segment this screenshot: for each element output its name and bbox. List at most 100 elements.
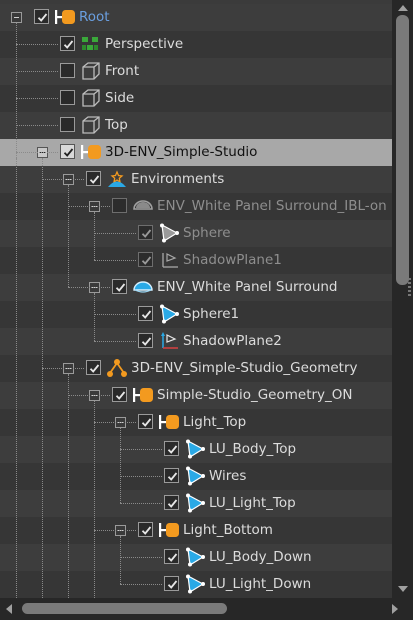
visibility-checkbox[interactable] [138,306,153,321]
tree-connector [16,158,17,598]
tree-connector [120,536,121,584]
tree-row[interactable]: Sphere1 [0,301,392,328]
vertical-scrollbar[interactable] [392,0,413,598]
scroll-left-arrow-icon[interactable] [6,604,12,614]
visibility-checkbox[interactable] [86,360,101,375]
tree-connector [68,185,69,287]
polygon-object-blue-icon [184,574,206,594]
tree-item-label: Sphere1 [183,306,240,322]
tree-row[interactable]: LU_Body_Down [0,544,392,571]
polygon-object-blue-icon [184,466,206,486]
tree-connector [120,428,121,503]
tree-item-label: ENV_White Panel Surround_IBL-on [157,198,387,214]
tree-item-label: LU_Body_Top [209,441,297,457]
tree-item-label: Root [79,9,110,25]
tree-row[interactable]: ENV_White Panel Surround [0,274,392,301]
tree-item-label: Light_Top [183,414,247,430]
camera-cube-icon [80,61,102,81]
polygon-object-grey-icon [158,223,180,243]
scroll-right-arrow-icon[interactable] [392,604,398,614]
scroll-down-arrow-icon[interactable] [398,586,408,592]
visibility-checkbox[interactable] [60,63,75,78]
visibility-checkbox[interactable] [138,522,153,537]
visibility-checkbox[interactable] [34,9,49,24]
shadow-plane-grey-icon [158,250,180,270]
tree-connector [94,293,95,341]
tree-row[interactable]: Wires [0,463,392,490]
tree-item-label: Light_Bottom [183,522,273,538]
tree-connector [94,212,95,260]
null-orange-icon [158,412,180,432]
tree-connector [94,341,136,342]
tree-item-label: Top [105,117,128,133]
visibility-checkbox[interactable] [164,495,179,510]
tree-connector [94,530,136,531]
tree-connector [94,233,136,234]
collapse-toggle-icon[interactable] [11,12,22,23]
visibility-checkbox[interactable] [138,252,153,267]
visibility-checkbox[interactable] [138,333,153,348]
tree-connector [120,557,162,558]
visibility-checkbox[interactable] [164,468,179,483]
null-orange-icon [80,142,102,162]
tree-row[interactable]: 3D-ENV_Simple-Studio [0,139,392,166]
visibility-checkbox[interactable] [112,387,127,402]
panel-resize-grip[interactable] [408,278,411,298]
tree-row[interactable]: ENV_White Panel Surround_IBL-on [0,193,392,220]
tree-connector [120,503,162,504]
tree-connector [16,71,58,72]
tree-item-label: Sphere [183,225,231,241]
tree-row[interactable]: LU_Light_Top [0,490,392,517]
tree-row[interactable]: Simple-Studio_Geometry_ON [0,382,392,409]
vertical-scroll-thumb[interactable] [396,15,409,285]
tree-row[interactable]: Side [0,85,392,112]
tree-item-label: Environments [131,171,225,187]
tree-row[interactable]: ShadowPlane2 [0,328,392,355]
tree-connector [120,449,162,450]
environments-group-icon [106,169,128,189]
tree-connector [68,206,110,207]
perspective-camera-green-icon [80,34,102,54]
visibility-checkbox[interactable] [60,117,75,132]
visibility-checkbox[interactable] [112,198,127,213]
horizontal-scrollbar[interactable] [0,598,413,620]
tree-row[interactable]: LU_Light_Down [0,571,392,598]
tree-row[interactable]: Front [0,58,392,85]
visibility-checkbox[interactable] [60,90,75,105]
null-orange-icon [158,520,180,540]
visibility-checkbox[interactable] [164,441,179,456]
tree-connector [16,44,58,45]
horizontal-scroll-thumb[interactable] [22,603,227,614]
polygon-object-blue-icon [158,304,180,324]
tree-row[interactable]: Perspective [0,31,392,58]
visibility-checkbox[interactable] [164,549,179,564]
tree-row[interactable]: Light_Top [0,409,392,436]
tree-connector [42,368,84,369]
tree-connector [68,395,110,396]
environment-dome-grey-icon [132,196,154,216]
tree-row[interactable]: LU_Body_Top [0,436,392,463]
visibility-checkbox[interactable] [164,576,179,591]
tree-item-label: Perspective [105,36,184,52]
tree-item-label: LU_Body_Down [209,549,312,565]
tree-connector [120,476,162,477]
tree-row[interactable]: Sphere [0,220,392,247]
null-orange-icon [54,7,76,27]
visibility-checkbox[interactable] [60,144,75,159]
tree-row[interactable]: Root [0,4,392,31]
tree-item-label: ShadowPlane2 [183,333,282,349]
scroll-up-arrow-icon[interactable] [398,5,408,11]
visibility-checkbox[interactable] [138,225,153,240]
tree-connector [68,374,69,598]
visibility-checkbox[interactable] [112,279,127,294]
visibility-checkbox[interactable] [60,36,75,51]
tree-row[interactable]: Light_Bottom [0,517,392,544]
camera-cube-icon [80,88,102,108]
tree-item-label: Side [105,90,135,106]
tree-connector [16,98,58,99]
visibility-checkbox[interactable] [86,171,101,186]
tree-row[interactable]: ShadowPlane1 [0,247,392,274]
tree-row[interactable]: Top [0,112,392,139]
visibility-checkbox[interactable] [138,414,153,429]
null-orange-icon [132,385,154,405]
